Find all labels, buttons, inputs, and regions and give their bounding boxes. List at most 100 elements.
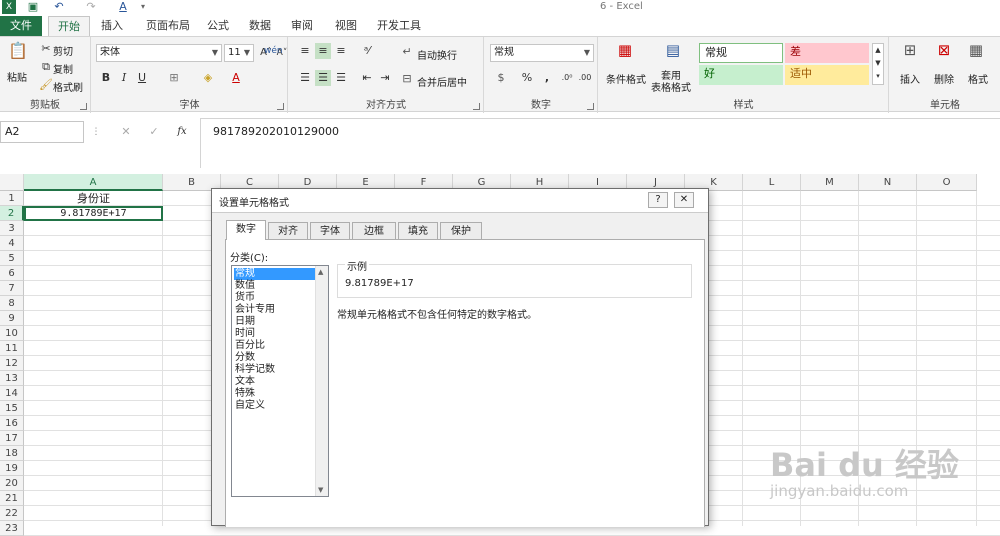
align-left-icon[interactable]: ☰ xyxy=(297,70,313,86)
tab-protection[interactable]: 保护 xyxy=(440,222,482,240)
align-top-icon[interactable]: ≡ xyxy=(297,43,313,59)
name-box[interactable]: A2 xyxy=(0,121,84,143)
wrap-text-button[interactable]: 自动换行 xyxy=(417,47,457,62)
align-right-icon[interactable]: ☰ xyxy=(333,70,349,86)
category-item[interactable]: 会计专用 xyxy=(234,304,318,316)
select-all-corner[interactable] xyxy=(0,174,24,191)
tab-insert[interactable]: 插入 xyxy=(94,16,130,36)
row-header-18[interactable]: 18 xyxy=(0,446,24,461)
delete-button[interactable]: 删除 xyxy=(934,71,954,86)
format-painter-button[interactable]: 格式刷 xyxy=(53,79,83,94)
accounting-format-icon[interactable]: $ xyxy=(493,70,509,86)
category-item[interactable]: 科学记数 xyxy=(234,364,318,376)
customize-quick-access-icon[interactable]: ▾ xyxy=(136,0,150,14)
row-header-22[interactable]: 22 xyxy=(0,506,24,521)
row-header-3[interactable]: 3 xyxy=(0,221,24,236)
category-item[interactable]: 数值 xyxy=(234,280,318,292)
paste-icon[interactable]: 📋 xyxy=(8,43,28,65)
paste-button[interactable]: 粘贴 xyxy=(7,69,27,84)
tab-file[interactable]: 文件 xyxy=(0,16,42,36)
redo-icon[interactable]: ↷ xyxy=(84,0,98,14)
tab-alignment[interactable]: 对齐 xyxy=(268,222,308,240)
formula-input[interactable]: 981789202010129000 xyxy=(200,118,1000,168)
category-item[interactable]: 日期 xyxy=(234,316,318,328)
cut-button[interactable]: 剪切 xyxy=(53,43,73,58)
undo-icon[interactable]: ↶ xyxy=(52,0,66,14)
row-header-6[interactable]: 6 xyxy=(0,266,24,281)
cancel-icon[interactable]: ✕ xyxy=(118,124,134,140)
row-header-13[interactable]: 13 xyxy=(0,371,24,386)
decrease-decimal-icon[interactable]: .00 xyxy=(577,70,593,86)
tab-review[interactable]: 审阅 xyxy=(284,16,320,36)
phonetic-icon[interactable]: wén xyxy=(264,43,283,59)
copy-button[interactable]: 复制 xyxy=(53,61,73,76)
column-header-o[interactable]: O xyxy=(917,174,977,191)
close-button[interactable]: ✕ xyxy=(674,192,694,208)
category-item[interactable]: 文本 xyxy=(234,376,318,388)
tab-developer[interactable]: 开发工具 xyxy=(370,16,428,36)
column-header-m[interactable]: M xyxy=(801,174,859,191)
tab-number[interactable]: 数字 xyxy=(226,220,266,240)
font-name-select[interactable]: 宋体 ▼ xyxy=(96,44,222,62)
tab-font[interactable]: 字体 xyxy=(310,222,350,240)
style-good[interactable]: 好 xyxy=(699,65,783,85)
tab-formulas[interactable]: 公式 xyxy=(200,16,236,36)
row-header-4[interactable]: 4 xyxy=(0,236,24,251)
cell-a2-selected[interactable]: 9.81789E+17 xyxy=(24,206,163,221)
category-item[interactable]: 自定义 xyxy=(234,400,318,412)
alignment-launcher-icon[interactable] xyxy=(473,103,480,110)
category-scrollbar[interactable]: ▲ ▼ xyxy=(315,266,328,496)
font-launcher-icon[interactable] xyxy=(277,103,284,110)
scroll-up-icon[interactable]: ▲ xyxy=(318,268,323,276)
insert-button[interactable]: 插入 xyxy=(900,71,920,86)
row-header-10[interactable]: 10 xyxy=(0,326,24,341)
comma-button[interactable]: , xyxy=(539,70,555,86)
row-header-15[interactable]: 15 xyxy=(0,401,24,416)
conditional-format-button[interactable]: 条件格式 xyxy=(603,71,649,86)
increase-decimal-icon[interactable]: .0⁰ xyxy=(559,70,575,86)
row-header-8[interactable]: 8 xyxy=(0,296,24,311)
help-button[interactable]: ? xyxy=(648,192,668,208)
row-header-16[interactable]: 16 xyxy=(0,416,24,431)
tab-home[interactable]: 开始 xyxy=(48,16,90,37)
increase-indent-icon[interactable]: ⇥ xyxy=(377,70,393,86)
category-list[interactable]: 常规 数值 货币 会计专用 日期 时间 百分比 分数 科学记数 文本 特殊 自定义 ▲ ▼ xyxy=(231,265,329,497)
align-center-icon[interactable]: ☰ xyxy=(315,70,331,86)
clipboard-launcher-icon[interactable] xyxy=(80,103,87,110)
row-header-9[interactable]: 9 xyxy=(0,311,24,326)
enter-icon[interactable]: ✓ xyxy=(146,124,162,140)
row-header-1[interactable]: 1 xyxy=(0,191,24,206)
merge-center-button[interactable]: 合并后居中 xyxy=(417,74,467,89)
number-launcher-icon[interactable] xyxy=(587,103,594,110)
category-item[interactable]: 百分比 xyxy=(234,340,318,352)
row-header-14[interactable]: 14 xyxy=(0,386,24,401)
font-color-quick-icon[interactable]: A xyxy=(116,0,130,14)
row-header-17[interactable]: 17 xyxy=(0,431,24,446)
borders-icon[interactable]: ⊞ xyxy=(166,70,182,86)
style-normal[interactable]: 常规 xyxy=(699,43,783,63)
font-size-select[interactable]: 11 ▼ xyxy=(224,44,254,62)
insert-function-button[interactable]: fx xyxy=(174,124,190,140)
row-header-2[interactable]: 2 xyxy=(0,206,24,221)
tab-view[interactable]: 视图 xyxy=(328,16,364,36)
scroll-down-icon[interactable]: ▼ xyxy=(318,486,323,494)
format-button[interactable]: 格式 xyxy=(968,71,988,86)
number-format-select[interactable]: 常规 ▼ xyxy=(490,44,594,62)
decrease-indent-icon[interactable]: ⇤ xyxy=(359,70,375,86)
tab-border[interactable]: 边框 xyxy=(352,222,396,240)
italic-button[interactable]: I xyxy=(116,70,132,86)
style-bad[interactable]: 差 xyxy=(785,43,869,63)
row-header-5[interactable]: 5 xyxy=(0,251,24,266)
row-header-23[interactable]: 23 xyxy=(0,521,24,536)
align-bottom-icon[interactable]: ≡ xyxy=(333,43,349,59)
row-header-7[interactable]: 7 xyxy=(0,281,24,296)
cell-a1[interactable]: 身份证 xyxy=(24,191,163,206)
row-header-12[interactable]: 12 xyxy=(0,356,24,371)
column-header-n[interactable]: N xyxy=(859,174,917,191)
category-item[interactable]: 分数 xyxy=(234,352,318,364)
align-middle-icon[interactable]: ≡ xyxy=(315,43,331,59)
save-icon[interactable]: ▣ xyxy=(26,0,40,14)
row-header-11[interactable]: 11 xyxy=(0,341,24,356)
styles-scroll-icon[interactable]: ▲ ▼ ▾ xyxy=(872,43,884,85)
style-neutral[interactable]: 适中 xyxy=(785,65,869,85)
